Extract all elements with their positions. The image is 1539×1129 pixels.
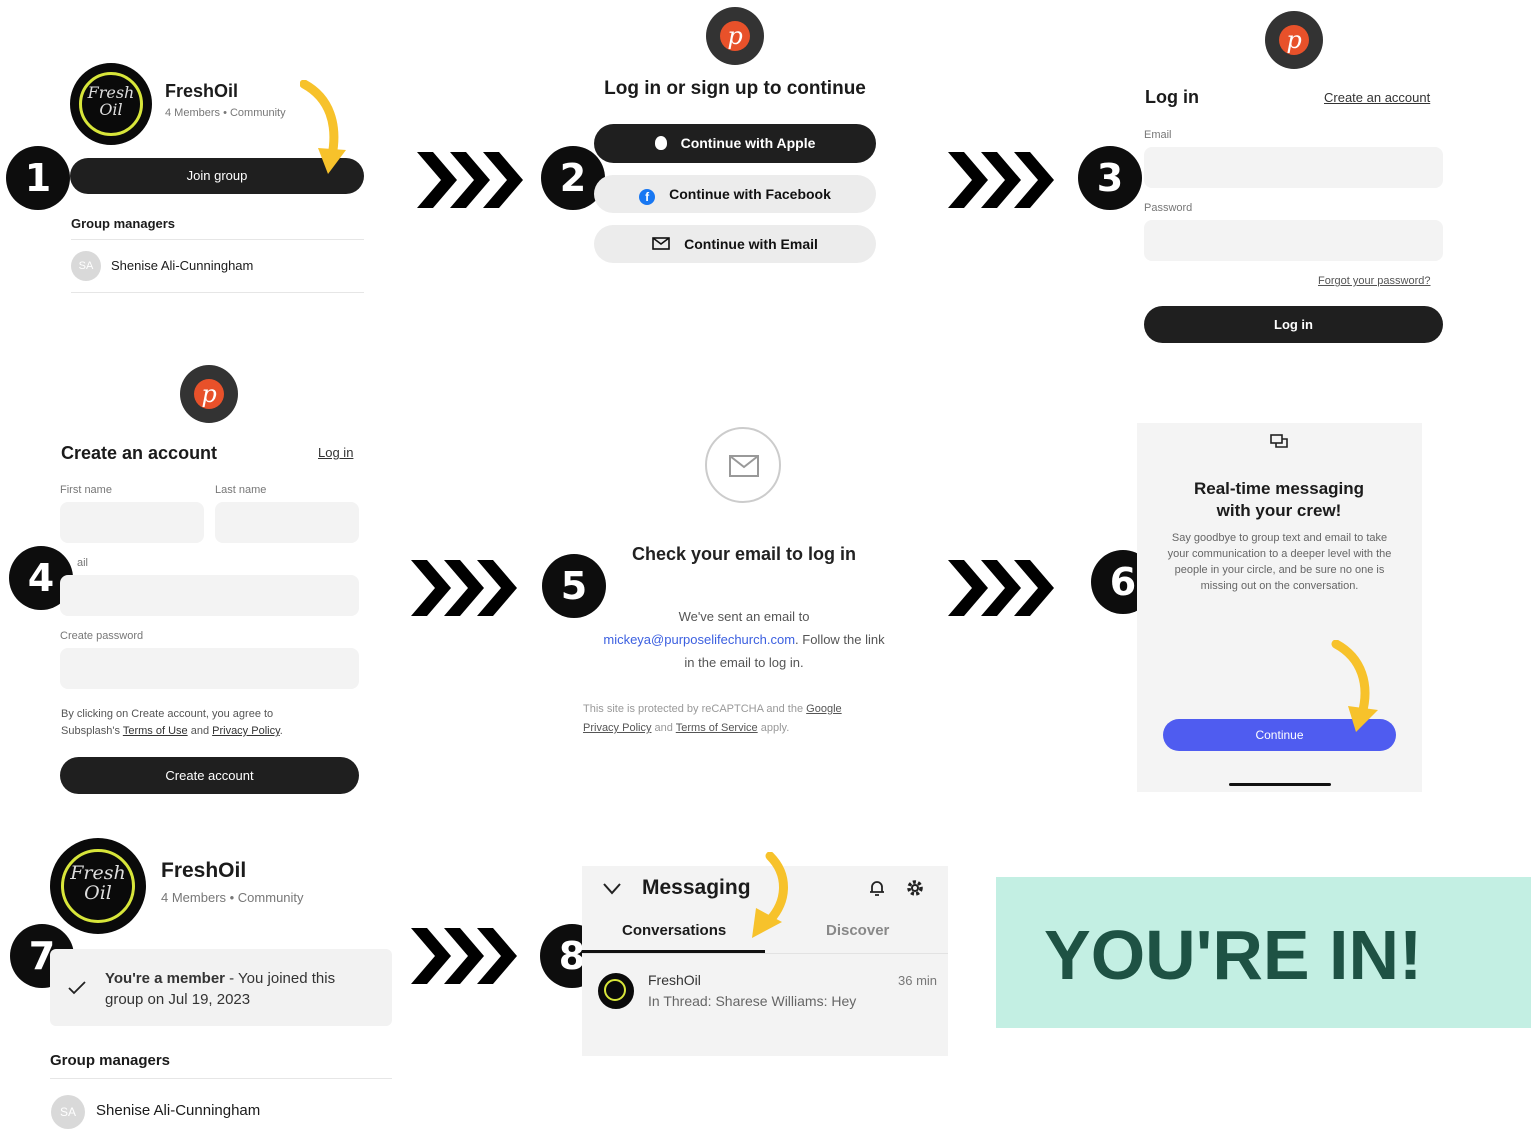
group-managers-title: Group managers (50, 1052, 171, 1069)
freshoil-logo: Fresh Oil (70, 63, 152, 145)
last-name-label: Last name (215, 484, 267, 496)
privacy-policy-link[interactable]: Privacy Policy (583, 722, 651, 734)
group-name: FreshOil (161, 859, 247, 882)
email-field[interactable] (1144, 147, 1443, 188)
password-label: Password (1144, 202, 1193, 214)
chat-icon (1270, 434, 1288, 448)
avatar: SA (71, 251, 101, 281)
facebook-icon: f (639, 189, 656, 205)
logo-line-2: Oil (99, 100, 123, 119)
create-account-button[interactable]: Create account (60, 757, 359, 794)
chevron-arrows-icon (948, 560, 1054, 616)
continue-with-facebook-button[interactable]: f Continue with Facebook (594, 175, 876, 213)
continue-with-apple-button[interactable]: Continue with Apple (594, 124, 876, 163)
manager-name[interactable]: Shenise Ali-Cunningham (111, 258, 253, 273)
login-title: Log in (1145, 87, 1199, 107)
terms-of-use-link[interactable]: Terms of Use (123, 725, 188, 737)
thread-time: 36 min (898, 973, 938, 988)
password-field[interactable] (1144, 220, 1443, 261)
freshoil-logo (598, 973, 634, 1009)
brand-logo: p (180, 365, 238, 423)
gear-icon[interactable] (904, 877, 926, 899)
create-password-label: Create password (60, 630, 144, 642)
thread-preview: In Thread: Sharese Williams: Hey (648, 993, 857, 1009)
email-address: mickeya@purposelifechurch.com (603, 632, 796, 647)
create-account-link[interactable]: Create an account (1324, 90, 1430, 105)
email-label: Email (1144, 129, 1172, 141)
tab-conversations[interactable]: Conversations (622, 922, 726, 939)
messaging-intro-title: Real-time messaging with your crew! (1193, 479, 1365, 520)
messaging-intro-body: Say goodbye to group text and email to t… (1167, 532, 1392, 592)
manager-name[interactable]: Shenise Ali-Cunningham (96, 1102, 260, 1119)
first-name-label: First name (60, 484, 112, 496)
create-account-title: Create an account (61, 443, 218, 463)
group-managers-title: Group managers (71, 216, 176, 231)
email-label: ail (77, 557, 89, 569)
group-meta: 4 Members • Community (161, 890, 304, 905)
list-item[interactable]: FreshOil 36 min In Thread: Sharese Willi… (582, 960, 948, 1020)
thread-name: FreshOil (648, 972, 701, 988)
member-status-text: You're a member - You joined this group … (105, 970, 336, 1008)
brand-logo: p (1265, 11, 1323, 69)
freshoil-logo: Fresh Oil (50, 838, 146, 934)
group-meta: 4 Members • Community (165, 107, 286, 119)
group-name: FreshOil (165, 81, 239, 101)
check-email-body: We've sent an email to mickeya@purposeli… (603, 609, 885, 670)
chevron-arrows-icon (411, 928, 517, 984)
check-icon (68, 981, 86, 995)
check-email-title: Check your email to log in (631, 544, 857, 564)
panel2-title: Log in or sign up to continue (604, 78, 866, 99)
first-name-field[interactable] (60, 502, 204, 543)
curved-arrow-icon (300, 80, 346, 174)
step-1-badge: 1 (6, 146, 70, 210)
avatar: SA (51, 1095, 85, 1129)
logo-line-2: Oil (84, 882, 112, 904)
youre-in-text: YOU'RE IN! (1044, 916, 1423, 994)
step-3-badge: 3 (1078, 146, 1142, 210)
apple-icon (654, 136, 667, 150)
home-indicator (1229, 783, 1331, 786)
chevron-arrows-icon (417, 152, 523, 208)
login-button[interactable]: Log in (1144, 306, 1443, 343)
mail-icon (705, 427, 781, 503)
google-link[interactable]: Google (806, 703, 841, 715)
terms-of-service-link[interactable]: Terms of Service (676, 722, 758, 734)
youre-in-banner: YOU'RE IN! (996, 877, 1531, 1028)
curved-arrow-icon (1331, 640, 1378, 732)
tab-discover[interactable]: Discover (826, 922, 889, 939)
continue-with-email-button[interactable]: Continue with Email (594, 225, 876, 263)
bell-icon[interactable] (867, 878, 887, 898)
privacy-policy-link[interactable]: Privacy Policy (212, 725, 280, 737)
logo-line-1: Fresh (70, 862, 126, 884)
forgot-password-link[interactable]: Forgot your password? (1318, 275, 1431, 287)
chevron-down-icon[interactable] (603, 883, 621, 895)
email-field[interactable] (60, 575, 359, 616)
chevron-arrows-icon (948, 152, 1054, 208)
chevron-arrows-icon (411, 560, 517, 616)
last-name-field[interactable] (215, 502, 359, 543)
recaptcha-text: This site is protected by reCAPTCHA and … (583, 703, 842, 734)
login-link[interactable]: Log in (318, 445, 353, 460)
curved-arrow-icon (752, 852, 788, 938)
terms-text: By clicking on Create account, you agree… (61, 708, 283, 737)
brand-logo: p (706, 7, 764, 65)
messaging-title: Messaging (642, 876, 751, 899)
logo-line-1: Fresh (87, 83, 135, 102)
create-password-field[interactable] (60, 648, 359, 689)
mail-icon (652, 237, 670, 250)
